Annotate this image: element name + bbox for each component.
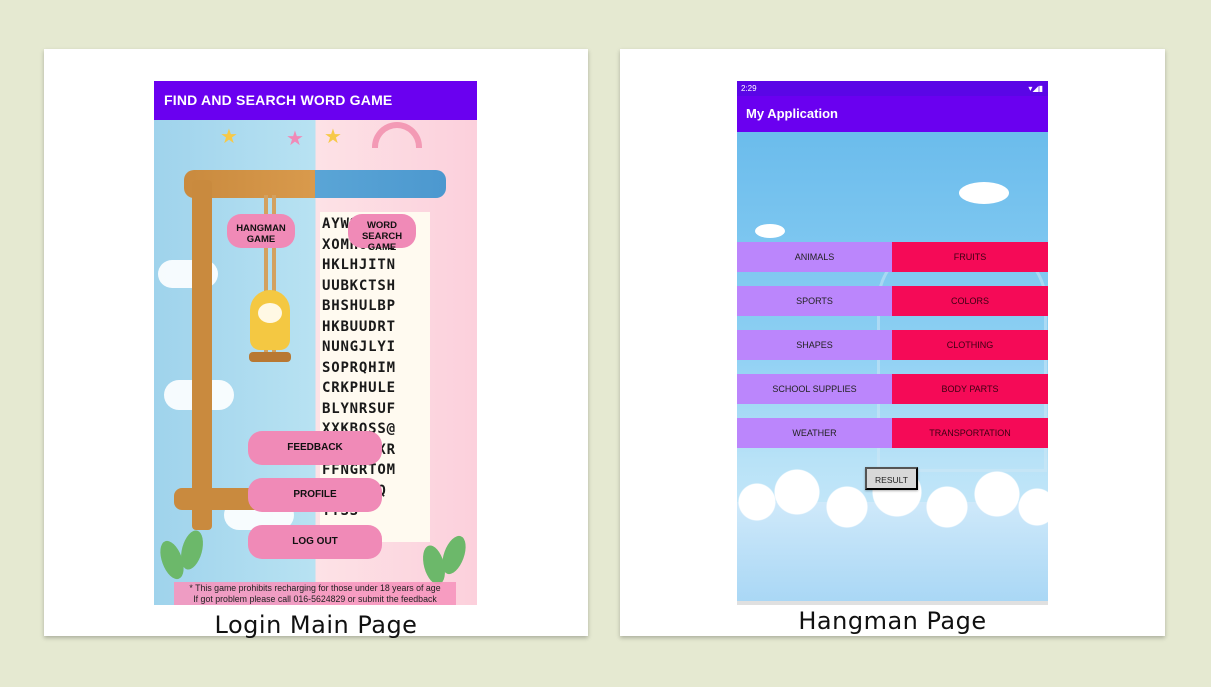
cloud-graphic [959,182,1009,204]
status-bar: 2:29 ▾◢▮ [737,81,1048,96]
category-colors-button[interactable]: COLORS [892,286,1048,316]
nav-bar [737,601,1048,605]
category-clothing-button[interactable]: CLOTHING [892,330,1048,360]
sky-background [737,132,1048,602]
leaf-graphic [177,528,207,572]
app-title: FIND AND SEARCH WORD GAME [154,81,477,120]
gallows-beam [184,170,446,198]
notice-line: * This game prohibits recharging for tho… [189,583,441,593]
category-fruits-button[interactable]: FRUITS [892,242,1048,272]
hangman-game-button[interactable]: HANGMAN GAME [227,214,295,248]
category-body-parts-button[interactable]: BODY PARTS [892,374,1048,404]
profile-button[interactable]: PROFILE [248,478,382,512]
gallows-post [192,180,212,530]
hangman-phone-screen: 2:29 ▾◢▮ My Application ANIMALS FRUITS S… [737,81,1048,605]
character-face [258,303,282,323]
cloud-graphic [755,224,785,238]
word-search-game-button[interactable]: WORD SEARCH GAME [348,214,416,253]
login-main-card: FIND AND SEARCH WORD GAME ★ ★ ★ AYWSRBPE… [44,49,588,639]
status-time: 2:29 [741,84,757,93]
swing-seat [249,352,291,362]
star-icon: ★ [324,126,342,148]
logout-button[interactable]: LOG OUT [248,525,382,559]
login-phone-screen: FIND AND SEARCH WORD GAME ★ ★ ★ AYWSRBPE… [154,81,477,605]
category-school-supplies-button[interactable]: SCHOOL SUPPLIES [737,374,892,404]
category-shapes-button[interactable]: SHAPES [737,330,892,360]
star-icon: ★ [220,126,238,148]
age-notice: * This game prohibits recharging for tho… [174,582,456,605]
hangman-card: 2:29 ▾◢▮ My Application ANIMALS FRUITS S… [620,49,1165,636]
notice-line: If got problem please call 016-5624829 o… [193,594,437,604]
rainbow-graphic [372,122,422,148]
signal-battery-icon: ▾◢▮ [1028,84,1043,93]
category-animals-button[interactable]: ANIMALS [737,242,892,272]
feedback-button[interactable]: FEEDBACK [248,431,382,465]
category-sports-button[interactable]: SPORTS [737,286,892,316]
card-caption: Hangman Page [798,607,987,635]
category-weather-button[interactable]: WEATHER [737,418,892,448]
category-transportation-button[interactable]: TRANSPORTATION [892,418,1048,448]
card-caption: Login Main Page [214,611,418,639]
result-button[interactable]: RESULT [865,467,918,490]
app-title: My Application [737,96,1048,132]
star-icon: ★ [286,128,304,150]
